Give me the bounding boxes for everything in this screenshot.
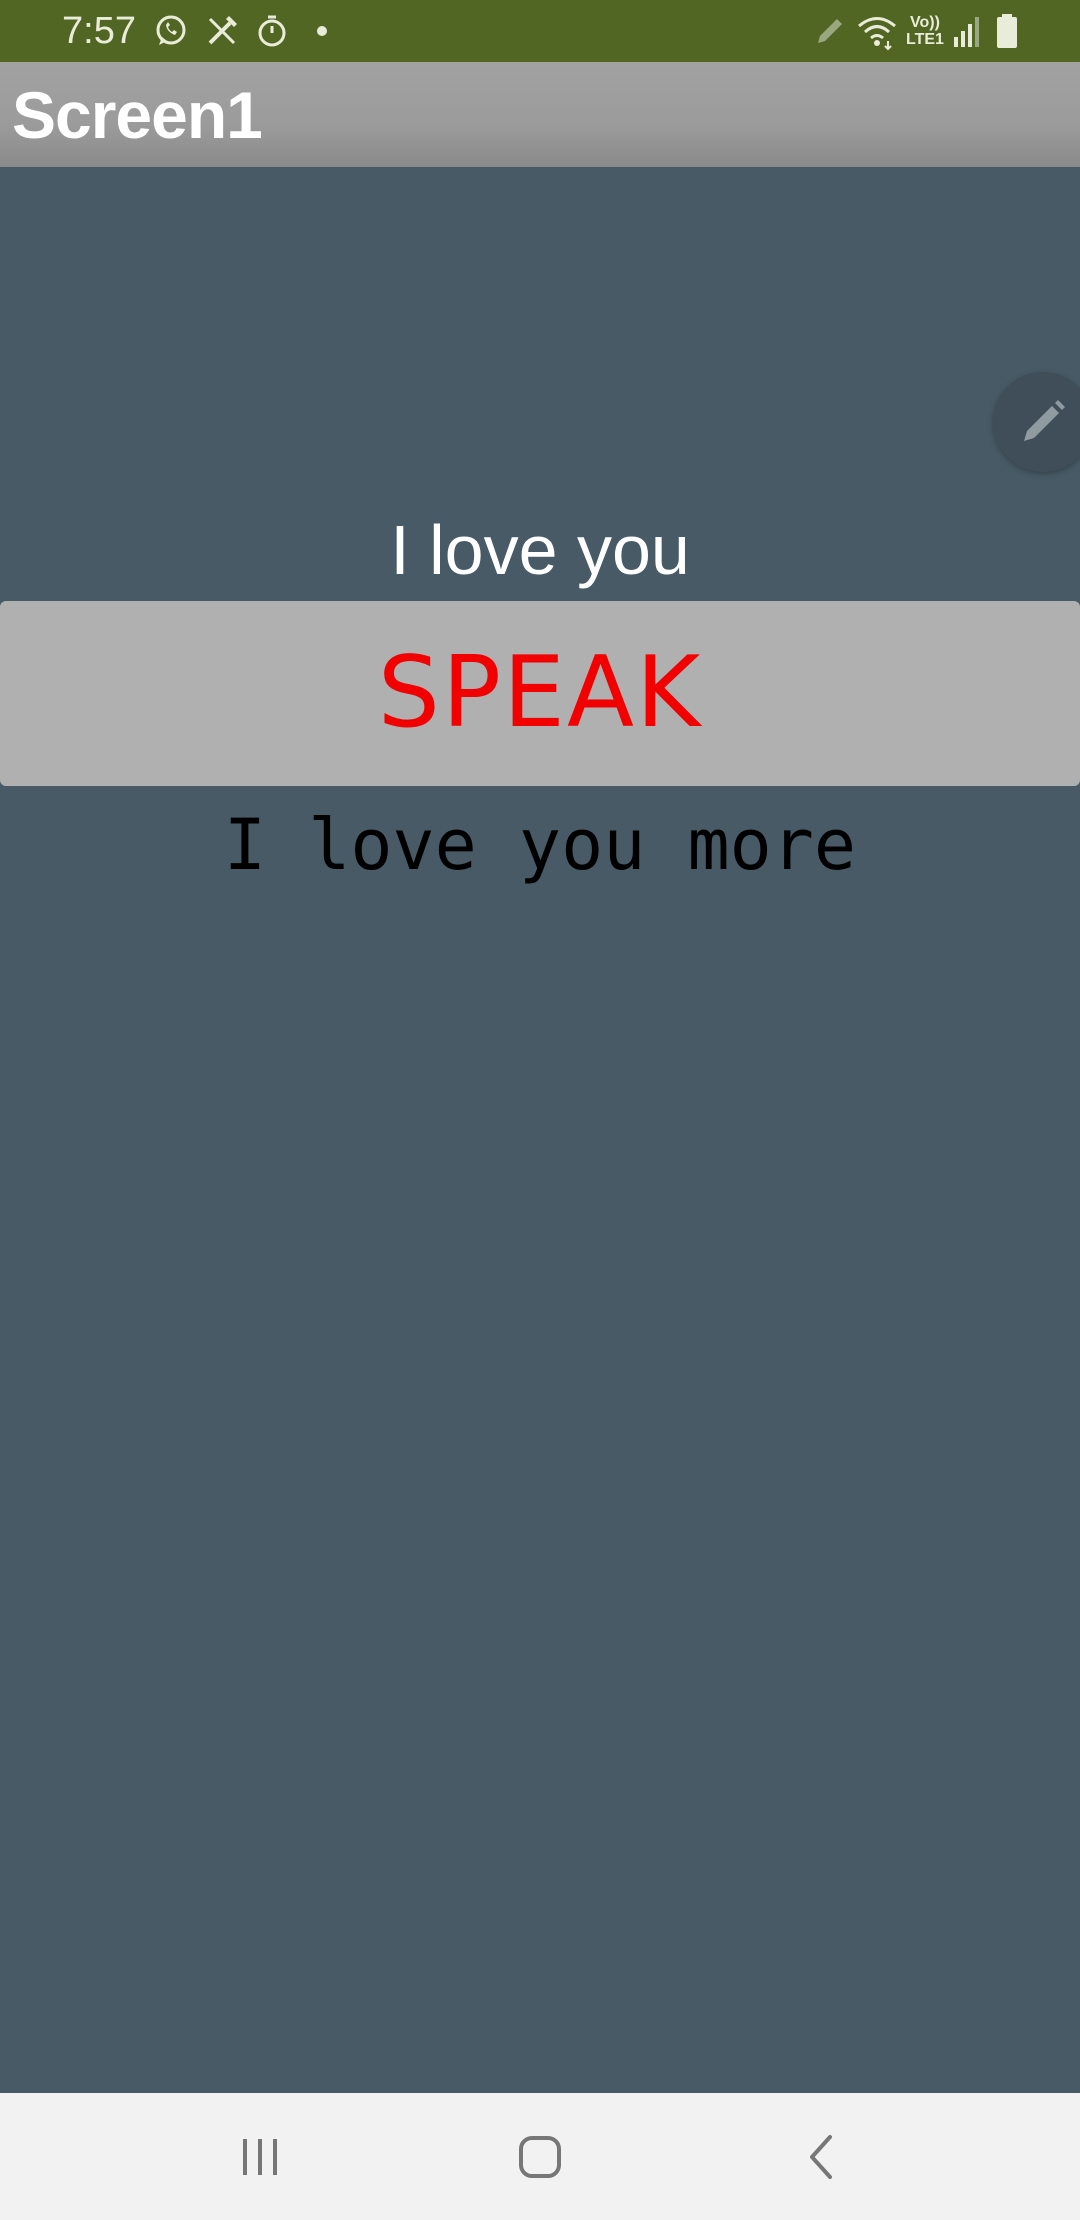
screen-title: Screen1: [12, 78, 263, 152]
network-lte-label: LTE1: [906, 31, 944, 48]
network-volte-label: Vo)): [910, 14, 940, 31]
timer-icon: [254, 13, 290, 49]
notification-dot-icon: [317, 26, 327, 36]
pen-tool-icon: [204, 13, 240, 49]
whatsapp-icon: [153, 13, 189, 49]
home-button[interactable]: [500, 2117, 580, 2197]
speak-button[interactable]: SPEAK: [0, 601, 1080, 786]
pencil-icon: [1024, 400, 1065, 441]
floating-edit-button[interactable]: [993, 372, 1080, 472]
wifi-icon: [856, 13, 898, 51]
back-button[interactable]: [782, 2117, 862, 2197]
status-time: 7:57: [62, 10, 136, 52]
recent-apps-button[interactable]: [220, 2117, 300, 2197]
title-bar: Screen1: [0, 62, 1080, 167]
speak-button-label: SPEAK: [377, 636, 703, 750]
app-screen: 7:57 Vo)) LTE1 Screen1 I love you SPEAK …: [0, 0, 1080, 2220]
network-type-label: Vo)) LTE1: [906, 14, 944, 48]
recent-apps-icon: [243, 2139, 277, 2175]
status-bar: 7:57 Vo)) LTE1: [0, 0, 1080, 62]
label-i-love-you-more: I love you more: [223, 804, 857, 886]
label-i-love-you: I love you: [390, 511, 690, 589]
back-icon: [810, 2135, 832, 2179]
battery-icon: [994, 13, 1020, 49]
edit-pencil-icon: [812, 13, 848, 49]
signal-icon: [952, 13, 982, 49]
system-nav-bar: [0, 2093, 1080, 2220]
home-icon: [519, 2136, 561, 2178]
